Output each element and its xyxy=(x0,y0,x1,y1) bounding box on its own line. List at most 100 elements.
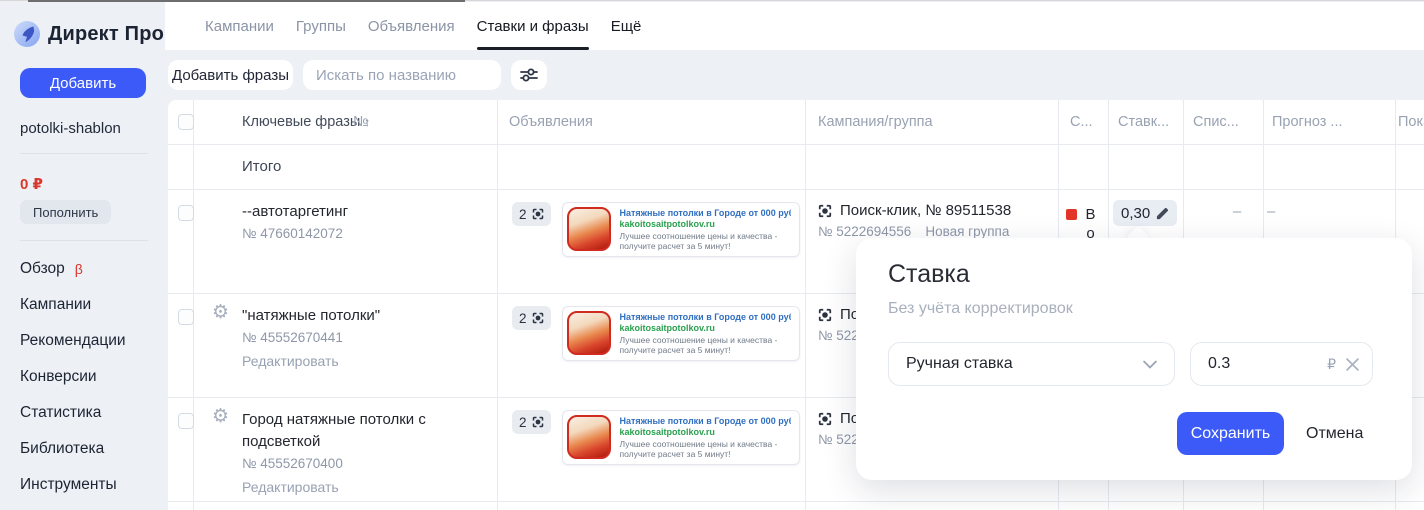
filter-button[interactable] xyxy=(511,60,547,90)
app-title: Директ Про xyxy=(48,23,164,46)
app-logo[interactable]: Директ Про xyxy=(14,21,164,47)
group-name[interactable]: Новая группа xyxy=(925,224,1009,239)
direct-pro-logo-icon xyxy=(14,21,40,47)
ad-preview-card[interactable]: Натяжные потолки в Городе от 000 руб/м² … xyxy=(562,306,800,361)
sidebar-item-library[interactable]: Библиотека xyxy=(20,431,126,467)
direct-pro-app: Директ Про Добавить potolki-shablon 0 ₽ … xyxy=(0,0,1424,510)
header-number: № xyxy=(353,114,369,130)
account-name[interactable]: potolki-shablon xyxy=(20,120,121,137)
ad-description: Лучшее соотношение цены и качества - пол… xyxy=(620,231,791,251)
header-campaign-group[interactable]: Кампания/группа xyxy=(818,114,933,130)
balance-amount: 0 ₽ xyxy=(20,175,43,193)
forecast-value: – xyxy=(1267,203,1275,220)
targeting-icon xyxy=(532,312,544,324)
ad-url[interactable]: kakoitosaitpotolkov.ru xyxy=(620,323,791,334)
clear-input-icon[interactable] xyxy=(1346,358,1359,371)
keyphrase-number: № 45552670441 xyxy=(242,330,497,345)
sidebar-menu: Обзор β Кампании Рекомендации Конверсии … xyxy=(20,251,126,503)
header-ads[interactable]: Объявления xyxy=(509,114,593,130)
keyphrase-text[interactable]: Город натяжные потолки с подсветкой xyxy=(242,409,497,453)
popover-subtitle: Без учёта корректировок xyxy=(888,300,1073,318)
add-button[interactable]: Добавить xyxy=(20,68,146,98)
ads-count-badge[interactable]: 2 xyxy=(512,202,551,226)
header-writeoff[interactable]: Спис... xyxy=(1193,114,1239,130)
topup-button[interactable]: Пополнить xyxy=(20,200,111,224)
bid-value: 0,30 xyxy=(1121,205,1150,222)
tab-bids-and-phrases[interactable]: Ставки и фразы xyxy=(477,2,589,50)
edit-phrase-link[interactable]: Редактировать xyxy=(242,353,497,369)
keyphrase-text[interactable]: "натяжные потолки" xyxy=(242,305,497,327)
targeting-icon xyxy=(532,208,544,220)
sliders-filter-icon xyxy=(520,68,538,82)
totals-label: Итого xyxy=(242,158,281,175)
totals-row: Итого xyxy=(168,144,1424,189)
ad-thumbnail-image xyxy=(567,207,611,251)
save-button[interactable]: Сохранить xyxy=(1177,412,1284,455)
tab-ads[interactable]: Объявления xyxy=(368,2,455,50)
ad-description: Лучшее соотношение цены и качества - пол… xyxy=(620,439,791,459)
strategy-value: Ручная ставка xyxy=(906,355,1013,373)
row-checkbox[interactable] xyxy=(178,205,194,221)
header-forecast[interactable]: Прогноз ... xyxy=(1272,114,1343,130)
keyphrase-text[interactable]: --автотаргетинг xyxy=(242,201,497,223)
header-keyphrases[interactable]: Ключевые фразы↑ xyxy=(242,114,370,130)
divider xyxy=(20,240,148,241)
header-impressions[interactable]: Пока xyxy=(1398,114,1424,130)
chevron-down-icon xyxy=(1143,360,1157,369)
ads-count-badge[interactable]: 2 xyxy=(512,410,551,434)
sidebar-item-conversions[interactable]: Конверсии xyxy=(20,359,126,395)
keyphrase-number: № 45552670400 xyxy=(242,456,497,471)
tab-more[interactable]: Ещё xyxy=(611,2,642,50)
campaign-name[interactable]: Поиск-клик, № 89511538 xyxy=(840,202,1011,219)
bid-input[interactable] xyxy=(1191,355,1327,373)
currency-label: ₽ xyxy=(1327,356,1336,373)
ad-title[interactable]: Натяжные потолки в Городе от 000 руб/м² … xyxy=(620,312,791,323)
gear-icon[interactable]: ⚙ xyxy=(212,301,229,324)
ads-count-badge[interactable]: 2 xyxy=(512,306,551,330)
writeoff-value: – xyxy=(1228,203,1246,220)
ad-thumbnail-image xyxy=(567,311,611,355)
add-phrases-button[interactable]: Добавить фразы xyxy=(168,60,293,90)
ad-description: Лучшее соотношение цены и качества - пол… xyxy=(620,335,791,355)
sidebar-item-tools[interactable]: Инструменты xyxy=(20,467,126,503)
search-input[interactable] xyxy=(303,60,501,90)
top-navigation: Кампании Группы Объявления Ставки и фраз… xyxy=(165,2,1424,50)
ad-preview-card[interactable]: Натяжные потолки в Городе от 000 руб/м² … xyxy=(562,202,800,257)
select-all-checkbox[interactable] xyxy=(178,114,194,130)
row-divider xyxy=(168,501,1424,502)
sidebar: Директ Про Добавить potolki-shablon 0 ₽ … xyxy=(0,0,165,510)
divider xyxy=(28,0,465,2)
cancel-button[interactable]: Отмена xyxy=(1306,412,1363,455)
strategy-select[interactable]: Ручная ставка xyxy=(888,342,1175,386)
targeting-icon xyxy=(818,412,832,426)
sidebar-item-recommendations[interactable]: Рекомендации xyxy=(20,323,126,359)
ad-url[interactable]: kakoitosaitpotolkov.ru xyxy=(620,219,791,230)
edit-phrase-link[interactable]: Редактировать xyxy=(242,479,497,495)
divider xyxy=(20,153,148,154)
targeting-icon xyxy=(818,308,832,322)
popover-title: Ставка xyxy=(888,260,970,289)
tab-campaigns[interactable]: Кампании xyxy=(205,2,274,50)
edit-pencil-icon xyxy=(1156,207,1169,220)
row-checkbox[interactable] xyxy=(178,413,194,429)
group-number: № 5222694556 xyxy=(818,224,911,239)
status-stopped-icon xyxy=(1066,209,1077,220)
targeting-icon xyxy=(818,204,832,218)
bid-input-wrap: ₽ xyxy=(1190,342,1373,386)
ad-preview-card[interactable]: Натяжные потолки в Городе от 000 руб/м² … xyxy=(562,410,800,465)
ad-title[interactable]: Натяжные потолки в Городе от 000 руб/м² … xyxy=(620,416,791,427)
header-status[interactable]: С... xyxy=(1070,114,1093,130)
tab-groups[interactable]: Группы xyxy=(296,2,346,50)
bid-popover: Ставка Без учёта корректировок Ручная ст… xyxy=(856,238,1412,480)
ad-title[interactable]: Натяжные потолки в Городе от 000 руб/м² … xyxy=(620,208,791,219)
gear-icon[interactable]: ⚙ xyxy=(212,405,229,428)
targeting-icon xyxy=(532,416,544,428)
row-checkbox[interactable] xyxy=(178,309,194,325)
sidebar-item-overview[interactable]: Обзор β xyxy=(20,251,126,287)
header-bid[interactable]: Ставк... xyxy=(1118,114,1169,130)
sidebar-item-campaigns[interactable]: Кампании xyxy=(20,287,126,323)
bid-cell[interactable]: 0,30 xyxy=(1113,200,1177,226)
ad-url[interactable]: kakoitosaitpotolkov.ru xyxy=(620,427,791,438)
sidebar-item-statistics[interactable]: Статистика xyxy=(20,395,126,431)
beta-badge: β xyxy=(75,261,83,277)
